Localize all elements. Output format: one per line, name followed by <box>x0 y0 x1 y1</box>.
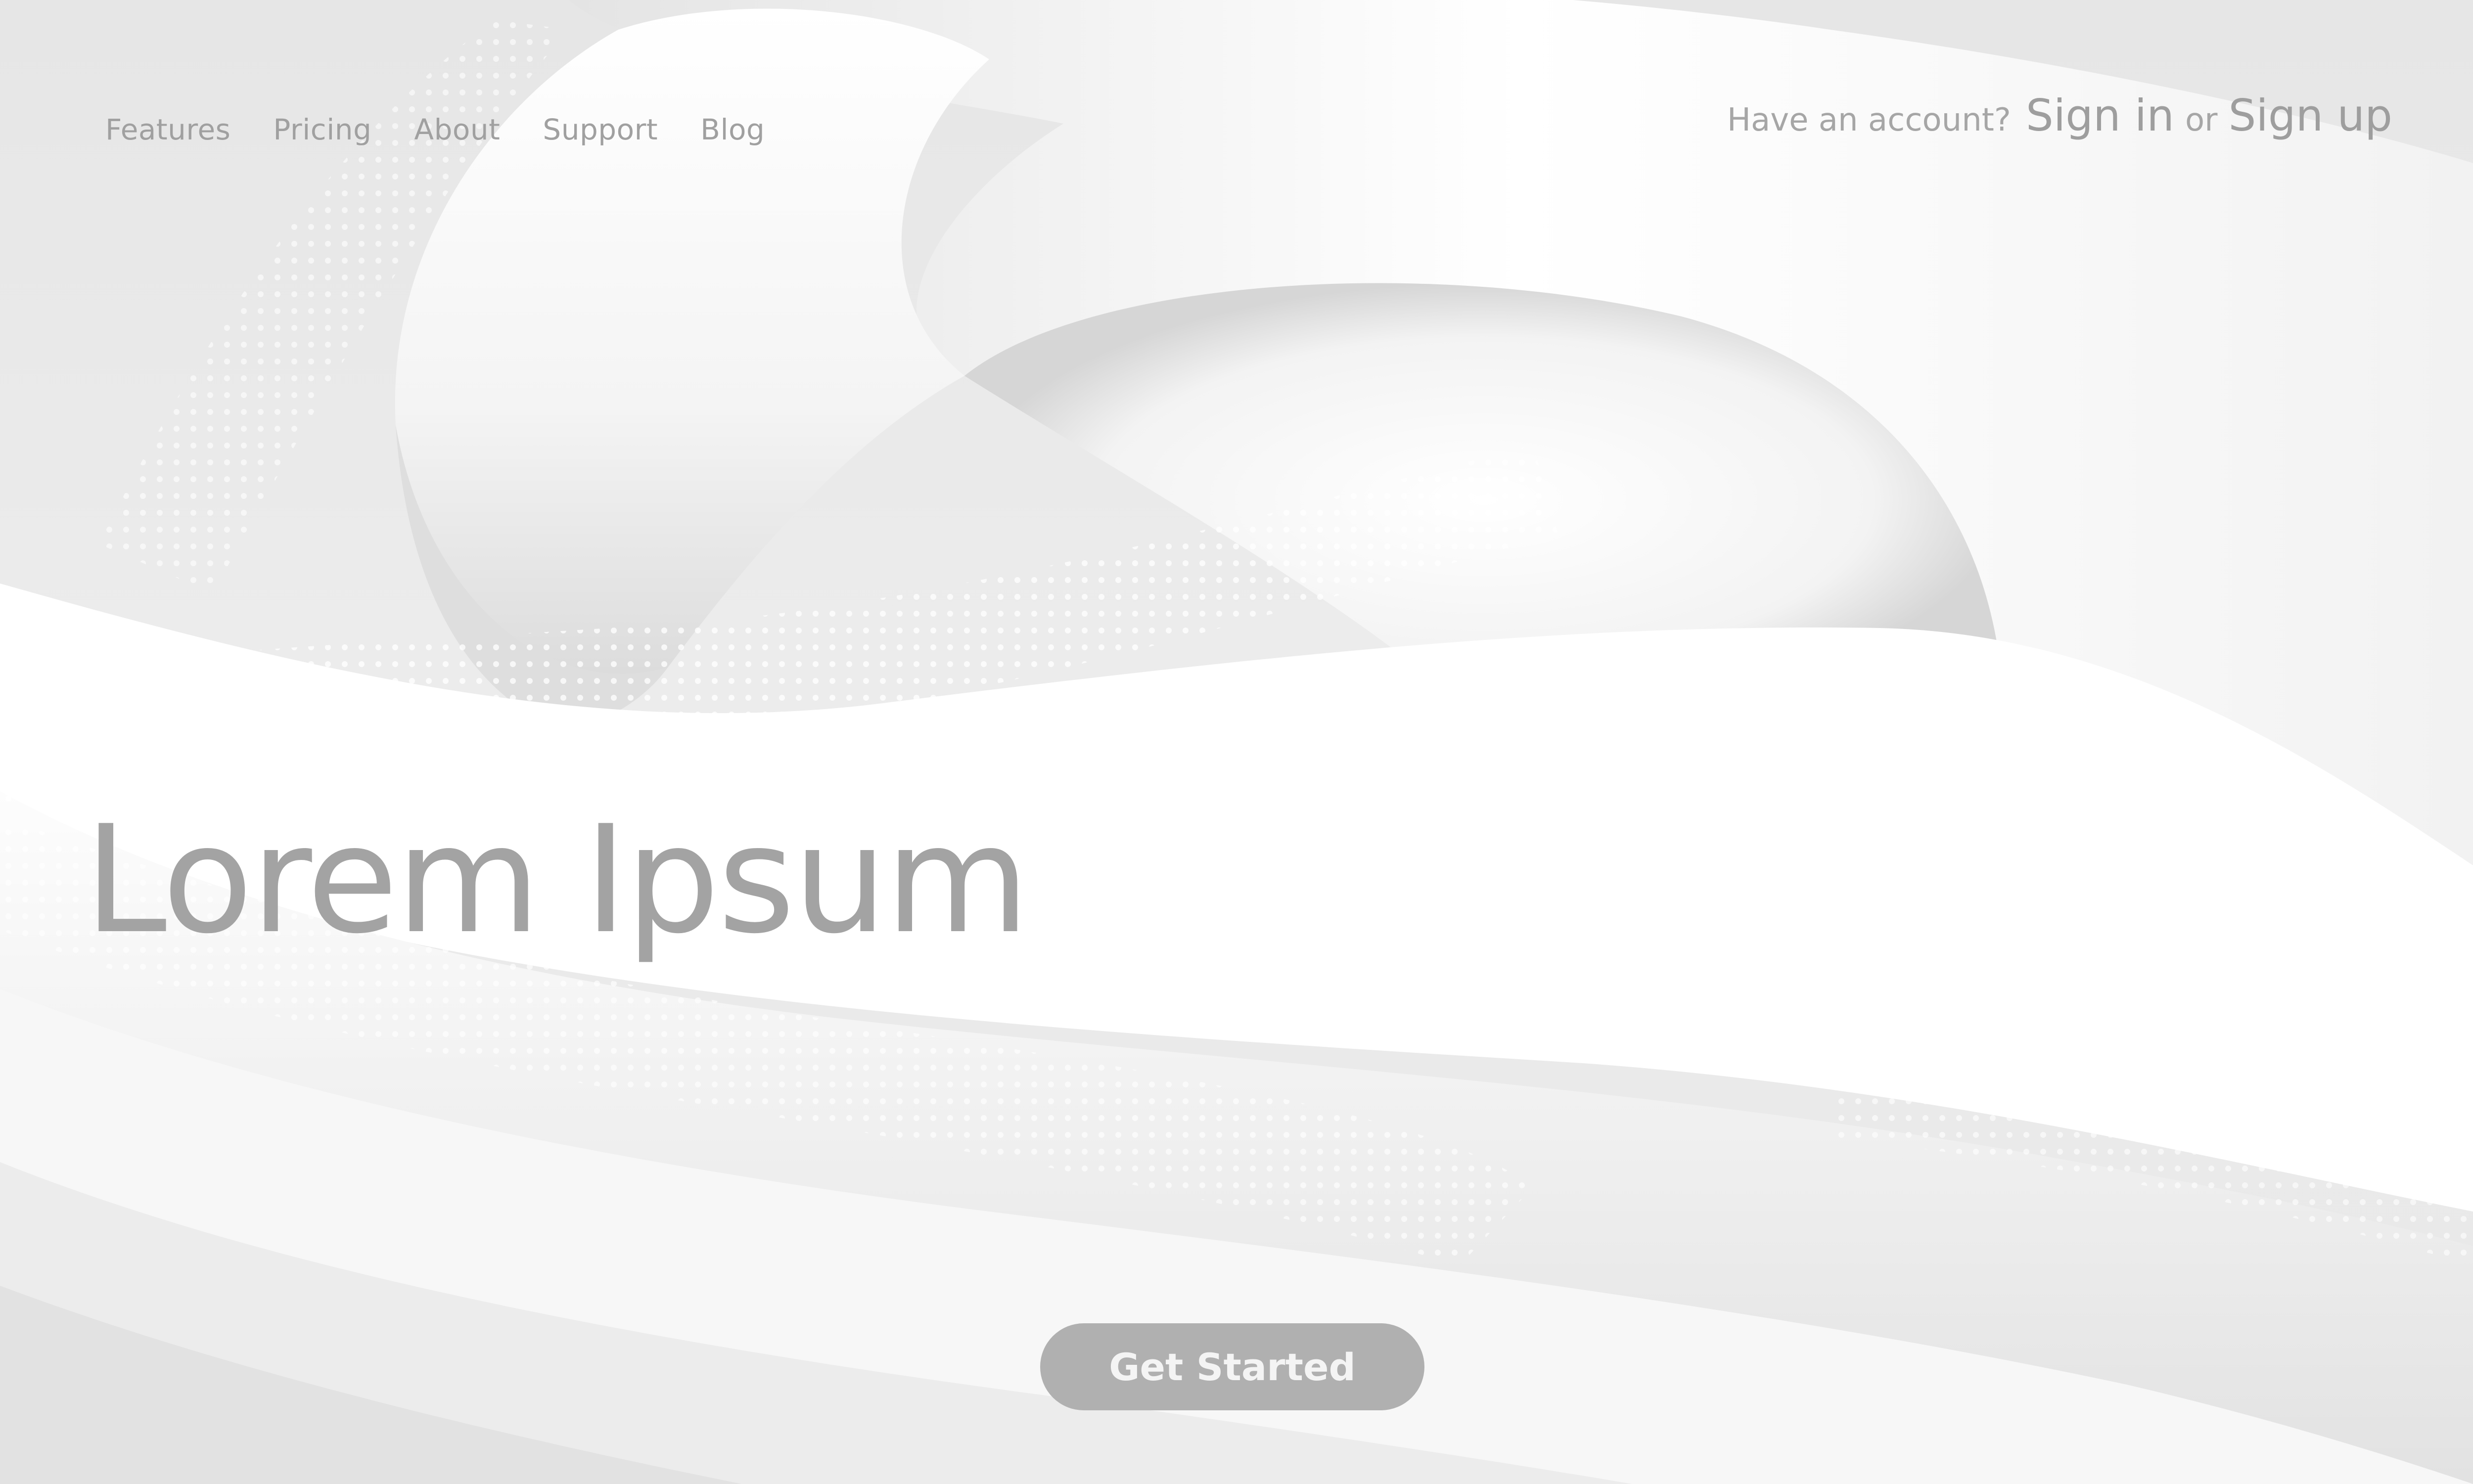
nav-link-support[interactable]: Support <box>543 113 658 146</box>
get-started-button[interactable]: Get Started <box>1040 1323 1424 1410</box>
account-links: Have an account? Sign in or Sign up <box>1727 90 2392 154</box>
nav-link-about[interactable]: About <box>414 113 500 146</box>
hero-title: Lorem Ipsum <box>84 794 1030 966</box>
account-prompt: Have an account? <box>1727 102 2011 138</box>
nav-link-pricing[interactable]: Pricing <box>273 113 371 146</box>
sign-in-link[interactable]: Sign in <box>2026 90 2174 141</box>
account-or-text: or <box>2185 102 2218 138</box>
main-nav: Features Pricing About Support Blog <box>105 105 765 154</box>
abstract-wave-background <box>0 0 2473 1484</box>
sign-up-link[interactable]: Sign up <box>2228 90 2392 141</box>
landing-page: Features Pricing About Support Blog Have… <box>0 0 2473 1484</box>
nav-link-blog[interactable]: Blog <box>700 113 765 146</box>
nav-link-features[interactable]: Features <box>105 113 230 146</box>
